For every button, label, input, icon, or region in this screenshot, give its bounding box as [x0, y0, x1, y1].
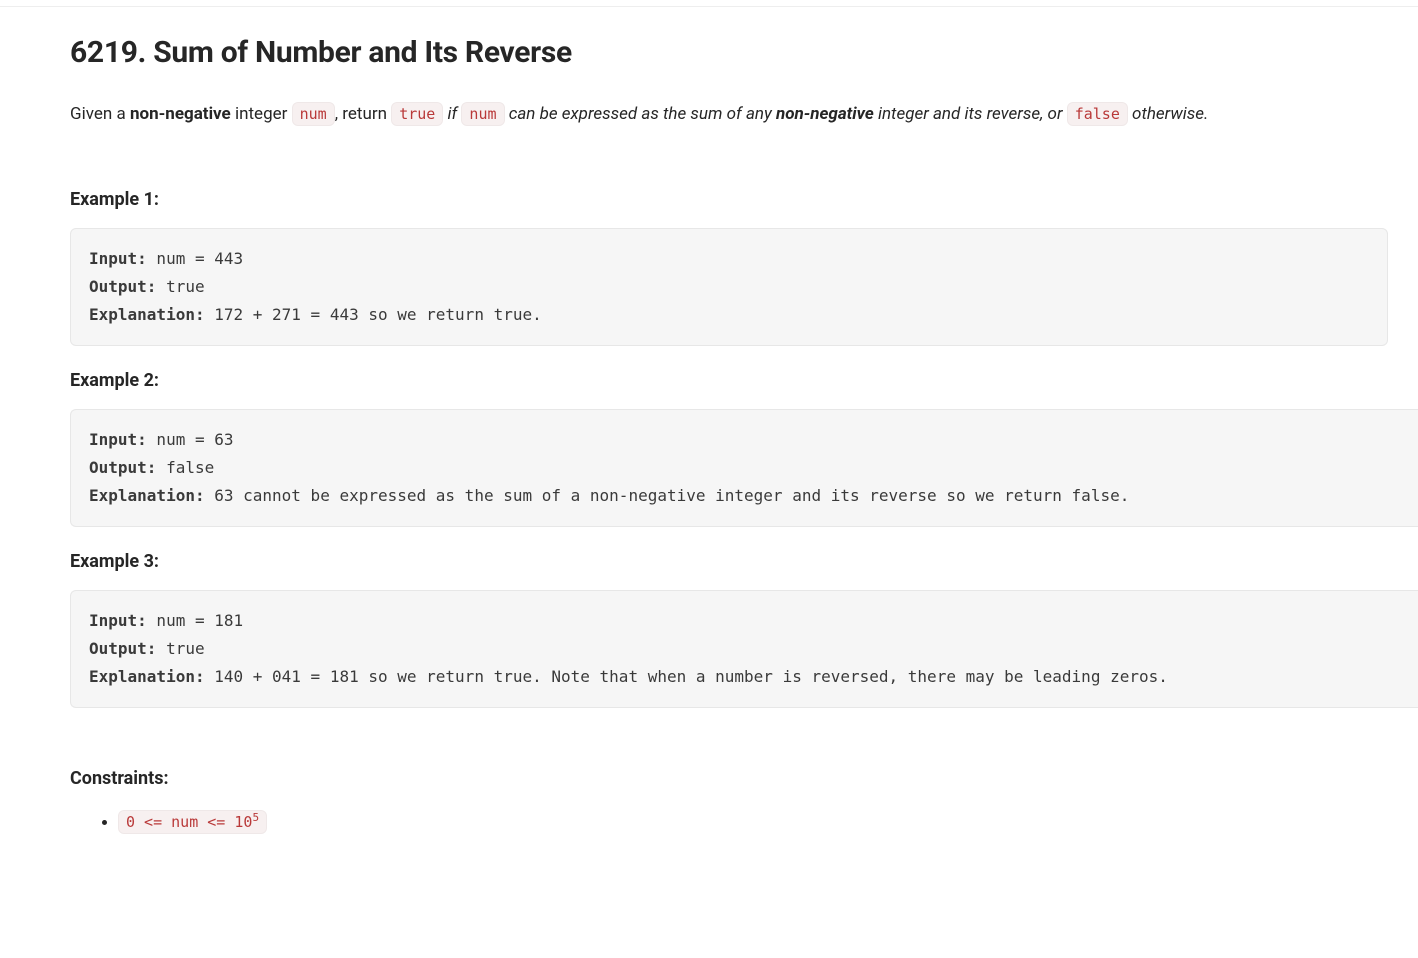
example-3-heading: Example 3: [70, 551, 1418, 572]
problem-container: 6219. Sum of Number and Its Reverse Give… [0, 6, 1418, 831]
output-label: Output: [89, 277, 156, 296]
example-3-explanation: 140 + 041 = 181 so we return true. Note … [205, 667, 1168, 686]
example-1-input: num = 443 [147, 249, 243, 268]
code-num: num [292, 102, 335, 126]
desc-italic: otherwise. [1128, 104, 1209, 124]
explanation-label: Explanation: [89, 486, 205, 505]
input-label: Input: [89, 611, 147, 630]
code-false: false [1067, 102, 1128, 126]
example-1-block: Input: num = 443 Output: true Explanatio… [70, 228, 1388, 346]
example-2-heading: Example 2: [70, 370, 1418, 391]
example-2-input: num = 63 [147, 430, 234, 449]
output-label: Output: [89, 458, 156, 477]
example-2-output: false [156, 458, 214, 477]
constraints-heading: Constraints: [70, 768, 1418, 789]
explanation-label: Explanation: [89, 667, 205, 686]
example-3-input: num = 181 [147, 611, 243, 630]
example-1-explanation: 172 + 271 = 443 so we return true. [205, 305, 542, 324]
example-2-block: Input: num = 63 Output: false Explanatio… [70, 409, 1418, 527]
output-label: Output: [89, 639, 156, 658]
constraint-pre: 0 <= num <= 10 [126, 813, 252, 831]
code-true: true [391, 102, 443, 126]
desc-italic: if [443, 104, 461, 124]
problem-description: Given a non-negative integer num, return… [70, 100, 1418, 129]
input-label: Input: [89, 249, 147, 268]
problem-title: 6219. Sum of Number and Its Reverse [70, 35, 1418, 70]
desc-italic: can be expressed as the sum of any [505, 104, 777, 124]
constraint-code: 0 <= num <= 105 [118, 810, 267, 834]
example-3-block: Input: num = 181 Output: true Explanatio… [70, 590, 1418, 708]
desc-text: , return [335, 104, 391, 124]
desc-bold-italic: non-negative [776, 104, 874, 124]
example-2-explanation: 63 cannot be expressed as the sum of a n… [205, 486, 1130, 505]
example-1-output: true [156, 277, 204, 296]
input-label: Input: [89, 430, 147, 449]
constraint-item: 0 <= num <= 105 [118, 811, 1418, 831]
constraint-sup: 5 [252, 811, 259, 824]
desc-italic: integer and its reverse, or [874, 104, 1067, 124]
example-3-output: true [156, 639, 204, 658]
explanation-label: Explanation: [89, 305, 205, 324]
desc-text: integer [231, 104, 292, 124]
example-1-heading: Example 1: [70, 189, 1388, 210]
desc-bold: non-negative [130, 104, 231, 124]
constraints-list: 0 <= num <= 105 [70, 811, 1418, 831]
code-num: num [461, 102, 504, 126]
desc-text: Given a [70, 104, 130, 124]
